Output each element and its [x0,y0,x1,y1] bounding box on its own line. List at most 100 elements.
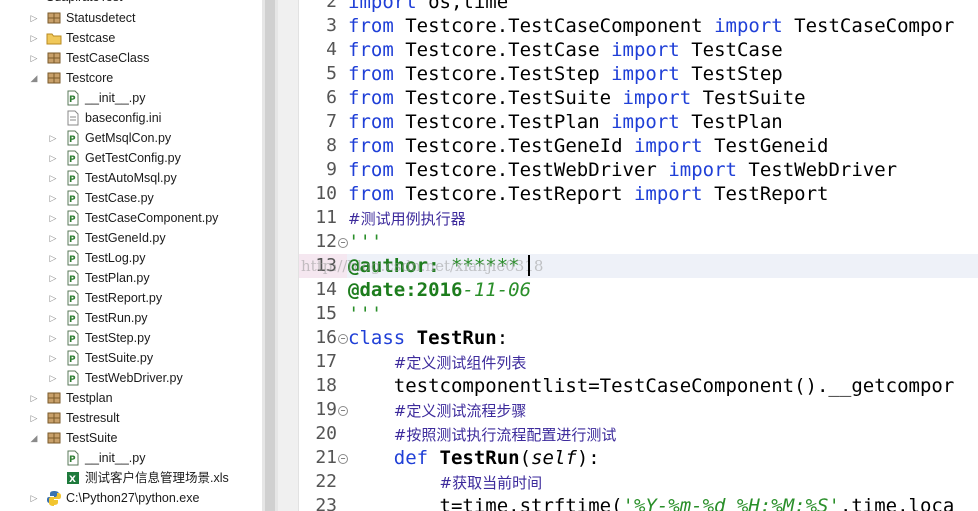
tree-item-testcase-py[interactable]: ▷ P TestCase.py [0,188,262,208]
expand-arrow-down-icon[interactable]: ◢ [29,428,39,448]
code-line[interactable]: 6 from Testcore.TestSuite import TestSuit… [299,86,978,110]
tree-item-getmsqlcon-py[interactable]: ▷ P GetMsqlCon.py [0,128,262,148]
code-line[interactable]: 7 from Testcore.TestPlan import TestPlan [299,110,978,134]
tree-item-testautomsql-py[interactable]: ▷ P TestAutoMsql.py [0,168,262,188]
tree-item-testwebdriver-py[interactable]: ▷ P TestWebDriver.py [0,368,262,388]
expand-arrow-down-icon[interactable]: ◢ [29,68,39,88]
expand-arrow-right-icon[interactable]: ▷ [48,268,58,288]
expand-arrow-right-icon[interactable]: ▷ [29,488,39,508]
code-line[interactable]: 11 #测试用例执行器 [299,206,978,230]
code-line[interactable]: 5 from Testcore.TestStep import TestStep [299,62,978,86]
tree-item-label: TestRun.py [85,311,148,325]
svg-text:P: P [69,375,76,385]
code-line[interactable]: 2 import os,time [299,0,978,14]
expand-arrow-right-icon[interactable]: ▷ [48,248,58,268]
code-line[interactable]: 17 #定义测试组件列表 [299,350,978,374]
explorer-scrollbar[interactable] [262,0,278,511]
tree-item-teststep-py[interactable]: ▷ P TestStep.py [0,328,262,348]
code-line[interactable]: 16− class TestRun: [299,326,978,350]
comment-token: #测试用例执行器 [348,210,466,228]
plain-token: TestReport [702,183,829,205]
line-number: 15 [315,303,337,324]
expand-arrow-right-icon[interactable]: ▷ [48,228,58,248]
expand-arrow-right-icon[interactable]: ▷ [29,388,39,408]
code-line[interactable]: 8 from Testcore.TestGeneId import TestGen… [299,134,978,158]
code-line[interactable]: 15 ''' [299,302,978,326]
keyword-token: import [633,183,703,205]
tree-item-baseconfig-ini[interactable]: baseconfig.ini [0,108,262,128]
code-line[interactable]: 20 #按照测试执行流程配置进行测试 [299,422,978,446]
tree-item-init-py[interactable]: P __init__.py [0,88,262,108]
line-number: 11 [315,207,337,228]
tree-item-testgeneid-py[interactable]: ▷ P TestGeneId.py [0,228,262,248]
plain-token: Testcore.TestReport [393,183,634,205]
expand-arrow-right-icon[interactable]: ▷ [29,8,39,28]
svg-text:P: P [69,335,76,345]
line-number: 2 [326,0,337,12]
code-text: from Testcore.TestCaseComponent import T… [348,14,954,38]
code-text: from Testcore.TestWebDriver import TestW… [348,158,897,182]
tree-item-testreport-py[interactable]: ▷ P TestReport.py [0,288,262,308]
keyword-token: import [611,63,680,85]
expand-arrow-right-icon[interactable]: ▷ [29,28,39,48]
expand-arrow-right-icon[interactable]: ▷ [48,168,58,188]
expand-arrow-right-icon[interactable]: ▷ [48,328,58,348]
plain-token: TestCaseCompor [782,15,955,37]
keyword-token: import [668,159,737,181]
tree-item-testplan-py[interactable]: ▷ P TestPlan.py [0,268,262,288]
line-number: 23 [315,495,337,511]
svg-text:P: P [69,175,76,185]
expand-arrow-right-icon[interactable]: ▷ [48,188,58,208]
fold-collapse-icon[interactable]: − [338,334,348,344]
code-line[interactable]: 10 from Testcore.TestReport import TestRe… [299,182,978,206]
code-line[interactable]: 23 t=time.strftime('%Y-%m-%d %H:%M:%S',t… [299,494,978,511]
tree-item-testlog-py[interactable]: ▷ P TestLog.py [0,248,262,268]
tree-item-testcase[interactable]: ▷ Testcase [0,28,262,48]
tree-item-testresult[interactable]: ▷ Testresult [0,408,262,428]
expand-arrow-right-icon[interactable]: ▷ [48,208,58,228]
tree-item-gettestconfig-py[interactable]: ▷ P GetTestConfig.py [0,148,262,168]
comment-token: #获取当前时间 [439,474,543,492]
explorer-scrollbar-thumb[interactable] [265,0,275,511]
code-line[interactable]: 3 from Testcore.TestCaseComponent import … [299,14,978,38]
expand-arrow-right-icon[interactable]: ▷ [48,368,58,388]
tree-item-testsuite-py[interactable]: ▷ P TestSuite.py [0,348,262,368]
tree-item-init-py[interactable]: P __init__.py [0,448,262,468]
package-icon [46,390,62,406]
expand-arrow-right-icon[interactable]: ▷ [29,48,39,68]
line-number: 9 [326,159,337,180]
keyword-token: from [348,15,394,37]
code-line[interactable]: 12− ''' [299,230,978,254]
fold-collapse-icon[interactable]: − [338,454,348,464]
expand-arrow-right-icon[interactable]: ▷ [29,408,39,428]
tree-item-testrun-py[interactable]: ▷ P TestRun.py [0,308,262,328]
tree-item-testsuite[interactable]: ◢ TestSuite [0,428,262,448]
code-line[interactable]: 4 from Testcore.TestCase import TestCase [299,38,978,62]
tree-item-xls[interactable]: X 测试客户信息管理场景.xls [0,468,262,488]
expand-arrow-right-icon[interactable]: ▷ [48,308,58,328]
code-editor[interactable]: 2 import os,time 3 from Testcore.TestCaseCo… [299,0,978,511]
tree-item-testcore[interactable]: ◢ Testcore [0,68,262,88]
code-line[interactable]: 21− def TestRun(self): [299,446,978,470]
code-line[interactable]: 14 @date:2016-11-06 [299,278,978,302]
tree-item-testcasecomponent-py[interactable]: ▷ P TestCaseComponent.py [0,208,262,228]
fold-collapse-icon[interactable]: − [338,238,348,248]
keyword-token: import [348,0,417,13]
tree-item-label: TestCase.py [85,191,154,205]
expand-arrow-right-icon[interactable]: ▷ [48,288,58,308]
python-file-icon: P [65,350,81,366]
code-line[interactable]: 9 from Testcore.TestWebDriver import Test… [299,158,978,182]
expand-arrow-right-icon[interactable]: ▷ [48,348,58,368]
tree-item-project-root[interactable]: SuapirateTest [0,0,262,7]
code-line[interactable]: 18 testcomponentlist=TestCaseComponent()… [299,374,978,398]
tree-item-testcaseclass[interactable]: ▷ TestCaseClass [0,48,262,68]
fold-collapse-icon[interactable]: − [338,406,348,416]
tree-item-c-python27-python-exe[interactable]: ▷ C:\Python27\python.exe [0,488,262,508]
tree-item-statusdetect[interactable]: ▷ Statusdetect [0,8,262,28]
svg-text:P: P [69,275,76,285]
code-line[interactable]: 22 #获取当前时间 [299,470,978,494]
expand-arrow-right-icon[interactable]: ▷ [48,128,58,148]
tree-item-testplan[interactable]: ▷ Testplan [0,388,262,408]
code-line[interactable]: 19− #定义测试流程步骤 [299,398,978,422]
expand-arrow-right-icon[interactable]: ▷ [48,148,58,168]
